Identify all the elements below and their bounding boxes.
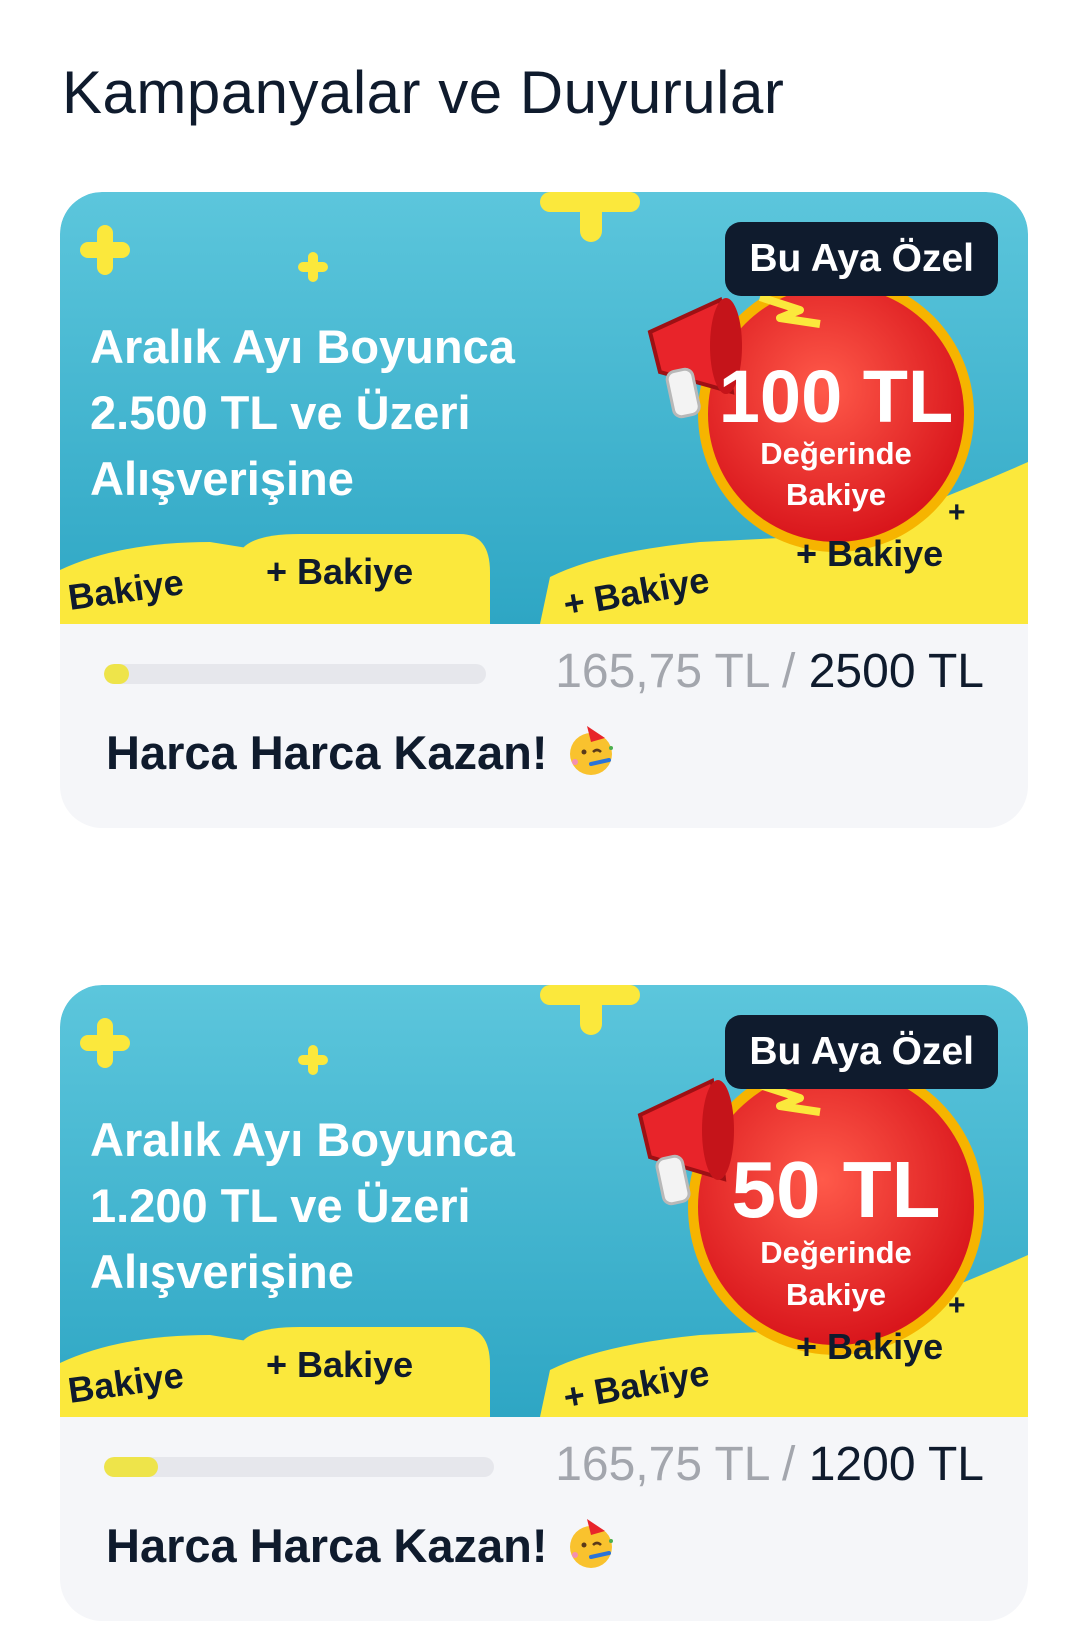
- progress-text: 165,75 TL / 2500 TL: [555, 644, 984, 699]
- headline-line: 2.500 TL ve Üzeri: [90, 386, 471, 439]
- headline-line: Alışverişine: [90, 452, 354, 505]
- party-face-icon: [565, 1517, 619, 1582]
- campaign-title-text: Harca Harca Kazan!: [106, 725, 548, 779]
- page-title: Kampanyalar ve Duyurular: [62, 59, 785, 126]
- progress-bar: [104, 1457, 494, 1477]
- progress-fill: [104, 664, 130, 684]
- progress-current: 165,75 TL: [555, 1438, 769, 1491]
- reward-amount: 100 TL: [719, 355, 953, 438]
- campaign-card[interactable]: Bakiye + Bakiye + Bakiye + Bakiye + 50 T…: [60, 985, 1028, 1621]
- progress-bar: [104, 664, 486, 684]
- headline-line: Alışverişine: [90, 1245, 354, 1298]
- reward-amount: 50 TL: [732, 1145, 941, 1234]
- reward-label: Bakiye: [786, 477, 886, 512]
- campaign-banner[interactable]: Bakiye + Bakiye + Bakiye + Bakiye + 50 T…: [60, 985, 1028, 1417]
- special-badge: Bu Aya Özel: [725, 1015, 998, 1089]
- reward-label: Değerinde: [760, 1235, 912, 1270]
- progress-text: 165,75 TL / 1200 TL: [555, 1437, 984, 1492]
- headline-line: 1.200 TL ve Üzeri: [90, 1179, 471, 1232]
- progress-separator: /: [768, 1438, 809, 1491]
- ribbon-text: + Bakiye: [796, 1326, 943, 1367]
- progress-current: 165,75 TL: [555, 645, 769, 698]
- progress-separator: /: [768, 645, 809, 698]
- plus-icon: +: [948, 496, 966, 529]
- reward-label: Bakiye: [786, 1277, 886, 1312]
- plus-icon: +: [948, 1289, 966, 1322]
- ribbon-text: + Bakiye: [796, 533, 943, 574]
- campaign-title: Harca Harca Kazan!: [106, 1517, 619, 1582]
- progress-fill: [104, 1457, 158, 1477]
- ribbon-text: + Bakiye: [266, 551, 413, 592]
- reward-label: Değerinde: [760, 436, 912, 471]
- campaign-card[interactable]: Bakiye + Bakiye + Bakiye + Bakiye + 100 …: [60, 192, 1028, 828]
- progress-target: 2500 TL: [808, 645, 984, 698]
- progress-target: 1200 TL: [808, 1438, 984, 1491]
- campaign-title-text: Harca Harca Kazan!: [106, 1518, 548, 1572]
- headline-line: Aralık Ayı Boyunca: [90, 320, 515, 373]
- campaign-banner[interactable]: Bakiye + Bakiye + Bakiye + Bakiye + 100 …: [60, 192, 1028, 624]
- ribbon-text: + Bakiye: [266, 1344, 413, 1385]
- campaign-headline: Aralık Ayı Boyunca 2.500 TL ve Üzeri Alı…: [90, 314, 630, 512]
- special-badge: Bu Aya Özel: [725, 222, 998, 296]
- campaign-headline: Aralık Ayı Boyunca 1.200 TL ve Üzeri Alı…: [90, 1107, 630, 1305]
- campaign-title: Harca Harca Kazan!: [106, 724, 619, 789]
- headline-line: Aralık Ayı Boyunca: [90, 1113, 515, 1166]
- party-face-icon: [565, 724, 619, 789]
